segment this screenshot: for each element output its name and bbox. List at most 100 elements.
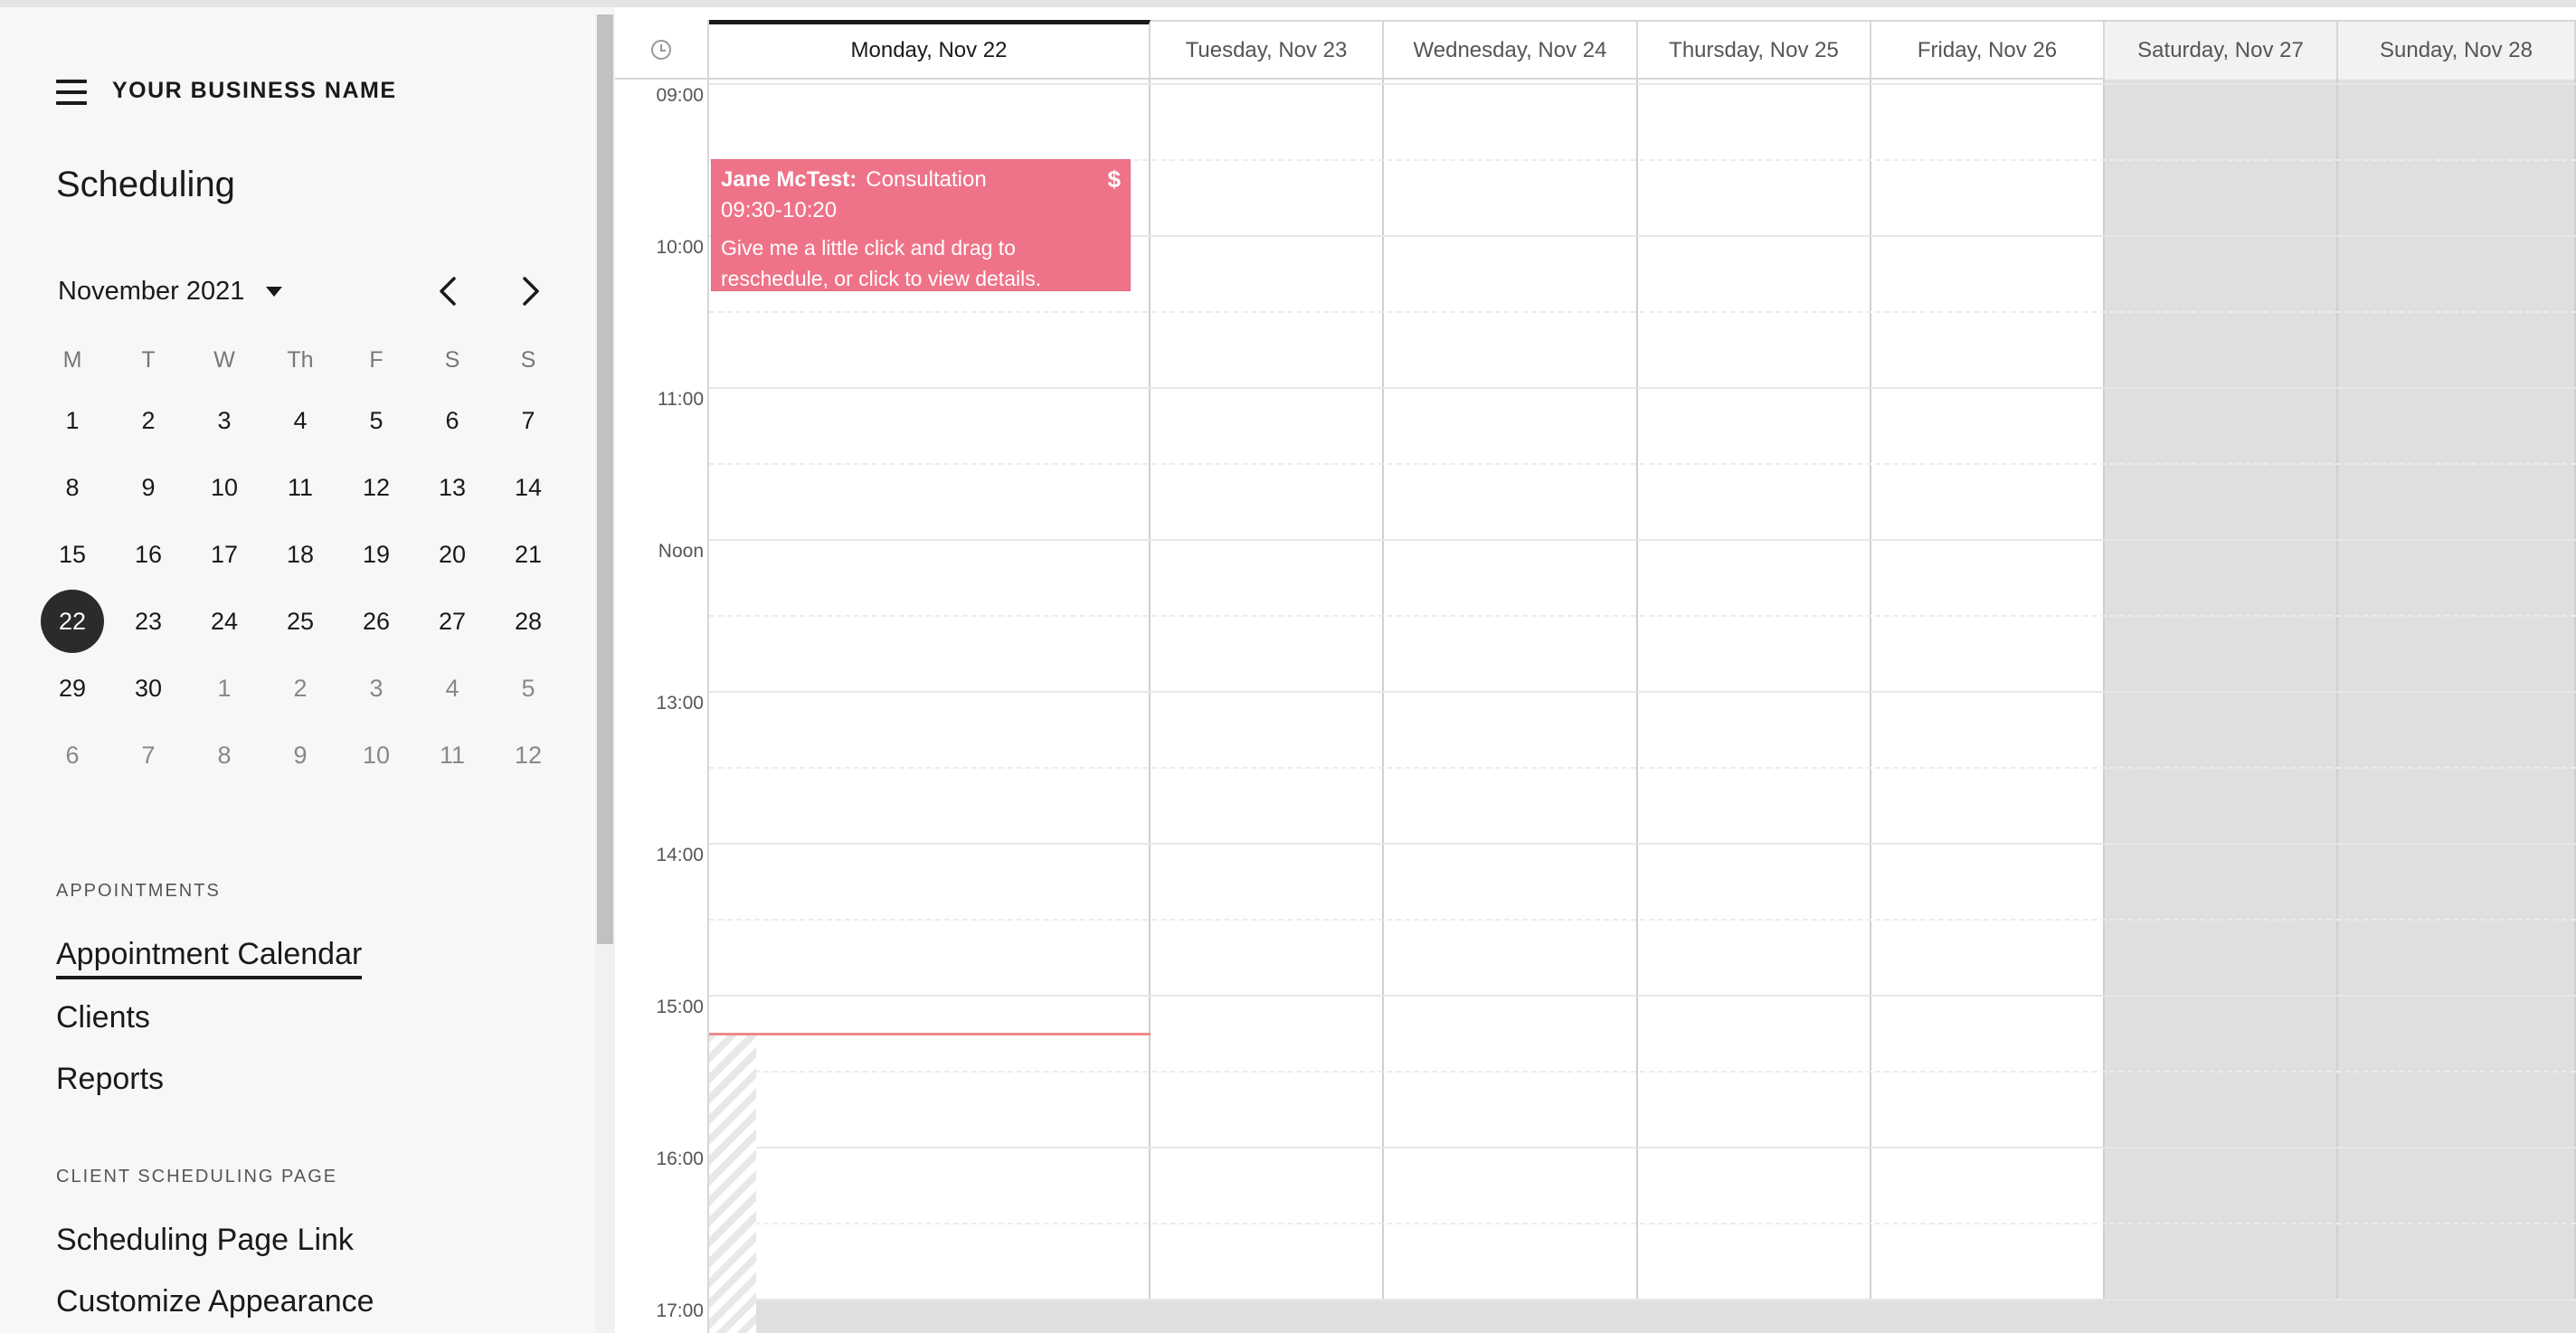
timezone-corner[interactable] — [615, 20, 709, 80]
calendar-header-row: Monday, Nov 22 Tuesday, Nov 23 Wednesday, … — [615, 20, 2576, 80]
mini-calendar-day[interactable]: 9 — [262, 722, 338, 789]
mini-calendar-day[interactable]: 9 — [110, 454, 186, 521]
time-label: 13:00 — [656, 693, 704, 714]
mini-calendar-day[interactable]: 22 — [34, 588, 110, 655]
appointment-event[interactable]: Jane McTest: Consultation 09:30-10:20 Give … — [711, 159, 1131, 291]
mini-calendar-weeks: 1 2 3 4 5 6 7 8 9 10 11 12 13 14 15 16 17 18 19 20 21 22 23 24 2… — [34, 387, 566, 789]
weekday-label: S — [520, 347, 536, 373]
mini-calendar-day[interactable]: 18 — [262, 521, 338, 588]
mini-calendar-day[interactable]: 13 — [414, 454, 490, 521]
day-header[interactable]: Tuesday, Nov 23 — [1151, 20, 1384, 80]
day-column[interactable] — [1638, 80, 1871, 1333]
mini-calendar-day[interactable]: 29 — [34, 655, 110, 722]
next-month-button[interactable] — [514, 275, 546, 307]
day-header[interactable]: Monday, Nov 22 — [709, 20, 1151, 80]
business-name: YOUR BUSINESS NAME — [112, 78, 397, 103]
time-label: 15:00 — [656, 997, 704, 1017]
mini-calendar-day[interactable]: 27 — [414, 588, 490, 655]
day-column[interactable] — [1151, 80, 1384, 1333]
day-column[interactable] — [1871, 80, 2105, 1333]
half-hour-gridline — [709, 311, 2576, 313]
half-hour-gridline — [709, 919, 2576, 921]
hamburger-menu-icon[interactable] — [56, 80, 87, 105]
mini-calendar-day[interactable]: 5 — [490, 655, 566, 722]
sidebar-scrollbar-thumb[interactable] — [597, 14, 613, 944]
mini-calendar-day[interactable]: 7 — [490, 387, 566, 454]
mini-calendar-day[interactable]: 30 — [110, 655, 186, 722]
mini-calendar-day[interactable]: 10 — [186, 454, 262, 521]
mini-calendar-day[interactable]: 3 — [186, 387, 262, 454]
day-header[interactable]: Thursday, Nov 25 — [1638, 20, 1871, 80]
day-column[interactable] — [2105, 80, 2338, 1333]
mini-calendar-day[interactable]: 17 — [186, 521, 262, 588]
day-header[interactable]: Sunday, Nov 28 — [2338, 20, 2576, 80]
weekday-header-row: M T W Th F S S — [34, 333, 566, 387]
time-label: Noon — [658, 541, 704, 562]
mini-calendar-day[interactable]: 5 — [338, 387, 414, 454]
mini-calendar-day[interactable]: 19 — [338, 521, 414, 588]
weekday-label: Th — [287, 347, 314, 373]
mini-calendar-day[interactable]: 12 — [490, 722, 566, 789]
hour-gridline — [709, 843, 2576, 845]
sidebar: YOUR BUSINESS NAME Scheduling November 2… — [0, 0, 615, 1333]
hour-gridline — [709, 83, 2576, 85]
calendar-grid[interactable]: 09:00 10:00 11:00 Noon 13:00 14:00 15:00 16:00 1… — [615, 80, 2576, 1333]
mini-calendar-day[interactable]: 8 — [34, 454, 110, 521]
mini-calendar-week: 15 16 17 18 19 20 21 — [34, 521, 566, 588]
time-label: 14:00 — [656, 845, 704, 865]
previous-month-button[interactable] — [432, 275, 465, 307]
day-header[interactable]: Wednesday, Nov 24 — [1384, 20, 1638, 80]
mini-calendar-day[interactable]: 16 — [110, 521, 186, 588]
mini-calendar-day[interactable]: 2 — [110, 387, 186, 454]
mini-calendar-day[interactable]: 26 — [338, 588, 414, 655]
mini-calendar-day[interactable]: 11 — [414, 722, 490, 789]
mini-calendar-day[interactable]: 10 — [338, 722, 414, 789]
mini-calendar-day[interactable]: 23 — [110, 588, 186, 655]
mini-calendar-day[interactable]: 6 — [414, 387, 490, 454]
mini-calendar-day[interactable]: 14 — [490, 454, 566, 521]
mini-calendar-day[interactable]: 1 — [186, 655, 262, 722]
mini-calendar-day[interactable]: 28 — [490, 588, 566, 655]
mini-calendar-day[interactable]: 4 — [414, 655, 490, 722]
hour-gridline — [709, 1147, 2576, 1149]
event-hint: Give me a little click and drag to resch… — [721, 236, 1042, 290]
chevron-right-icon — [523, 277, 539, 306]
mini-calendar-day[interactable]: 25 — [262, 588, 338, 655]
client-scheduling-section-label: CLIENT SCHEDULING PAGE — [56, 1167, 338, 1186]
mini-calendar-day[interactable]: 6 — [34, 722, 110, 789]
day-header[interactable]: Saturday, Nov 27 — [2105, 20, 2338, 80]
time-label: 09:00 — [656, 85, 704, 106]
day-header[interactable]: Friday, Nov 26 — [1871, 20, 2105, 80]
mini-calendar-day[interactable]: 4 — [262, 387, 338, 454]
mini-calendar-day[interactable]: 24 — [186, 588, 262, 655]
mini-calendar-week: 29 30 1 2 3 4 5 — [34, 655, 566, 722]
mini-calendar-day[interactable]: 7 — [110, 722, 186, 789]
mini-calendar-day[interactable]: 12 — [338, 454, 414, 521]
event-time: 09:30-10:20 — [721, 198, 838, 222]
mini-calendar-day[interactable]: 20 — [414, 521, 490, 588]
nav-scheduling-page-link[interactable]: Scheduling Page Link — [56, 1223, 354, 1258]
month-label: November 2021 — [58, 277, 245, 306]
mini-calendar-week: 1234567 — [34, 387, 566, 454]
nav-clients[interactable]: Clients — [56, 1000, 150, 1035]
mini-calendar-day[interactable]: 2 — [262, 655, 338, 722]
day-column[interactable] — [2338, 80, 2576, 1333]
nav-reports[interactable]: Reports — [56, 1062, 164, 1097]
chevron-left-icon — [440, 277, 456, 306]
page-title: Scheduling — [56, 165, 235, 204]
mini-calendar-day[interactable]: 1 — [34, 387, 110, 454]
past-time-hatch — [709, 1033, 756, 1333]
mini-calendar-day[interactable]: 11 — [262, 454, 338, 521]
day-column[interactable] — [1384, 80, 1638, 1333]
mini-calendar-week: 6 7 8 9 10 11 12 — [34, 722, 566, 789]
month-select[interactable]: November 2021 — [58, 277, 283, 307]
mini-calendar-day[interactable]: 3 — [338, 655, 414, 722]
half-hour-gridline — [709, 463, 2576, 465]
mini-calendar-day[interactable]: 8 — [186, 722, 262, 789]
half-hour-gridline — [709, 1223, 2576, 1224]
mini-calendar-day[interactable]: 15 — [34, 521, 110, 588]
mini-calendar-day[interactable]: 21 — [490, 521, 566, 588]
nav-appointment-calendar[interactable]: Appointment Calendar — [56, 937, 363, 979]
nav-customize-appearance[interactable]: Customize Appearance — [56, 1284, 374, 1319]
weekday-label: M — [62, 347, 82, 373]
